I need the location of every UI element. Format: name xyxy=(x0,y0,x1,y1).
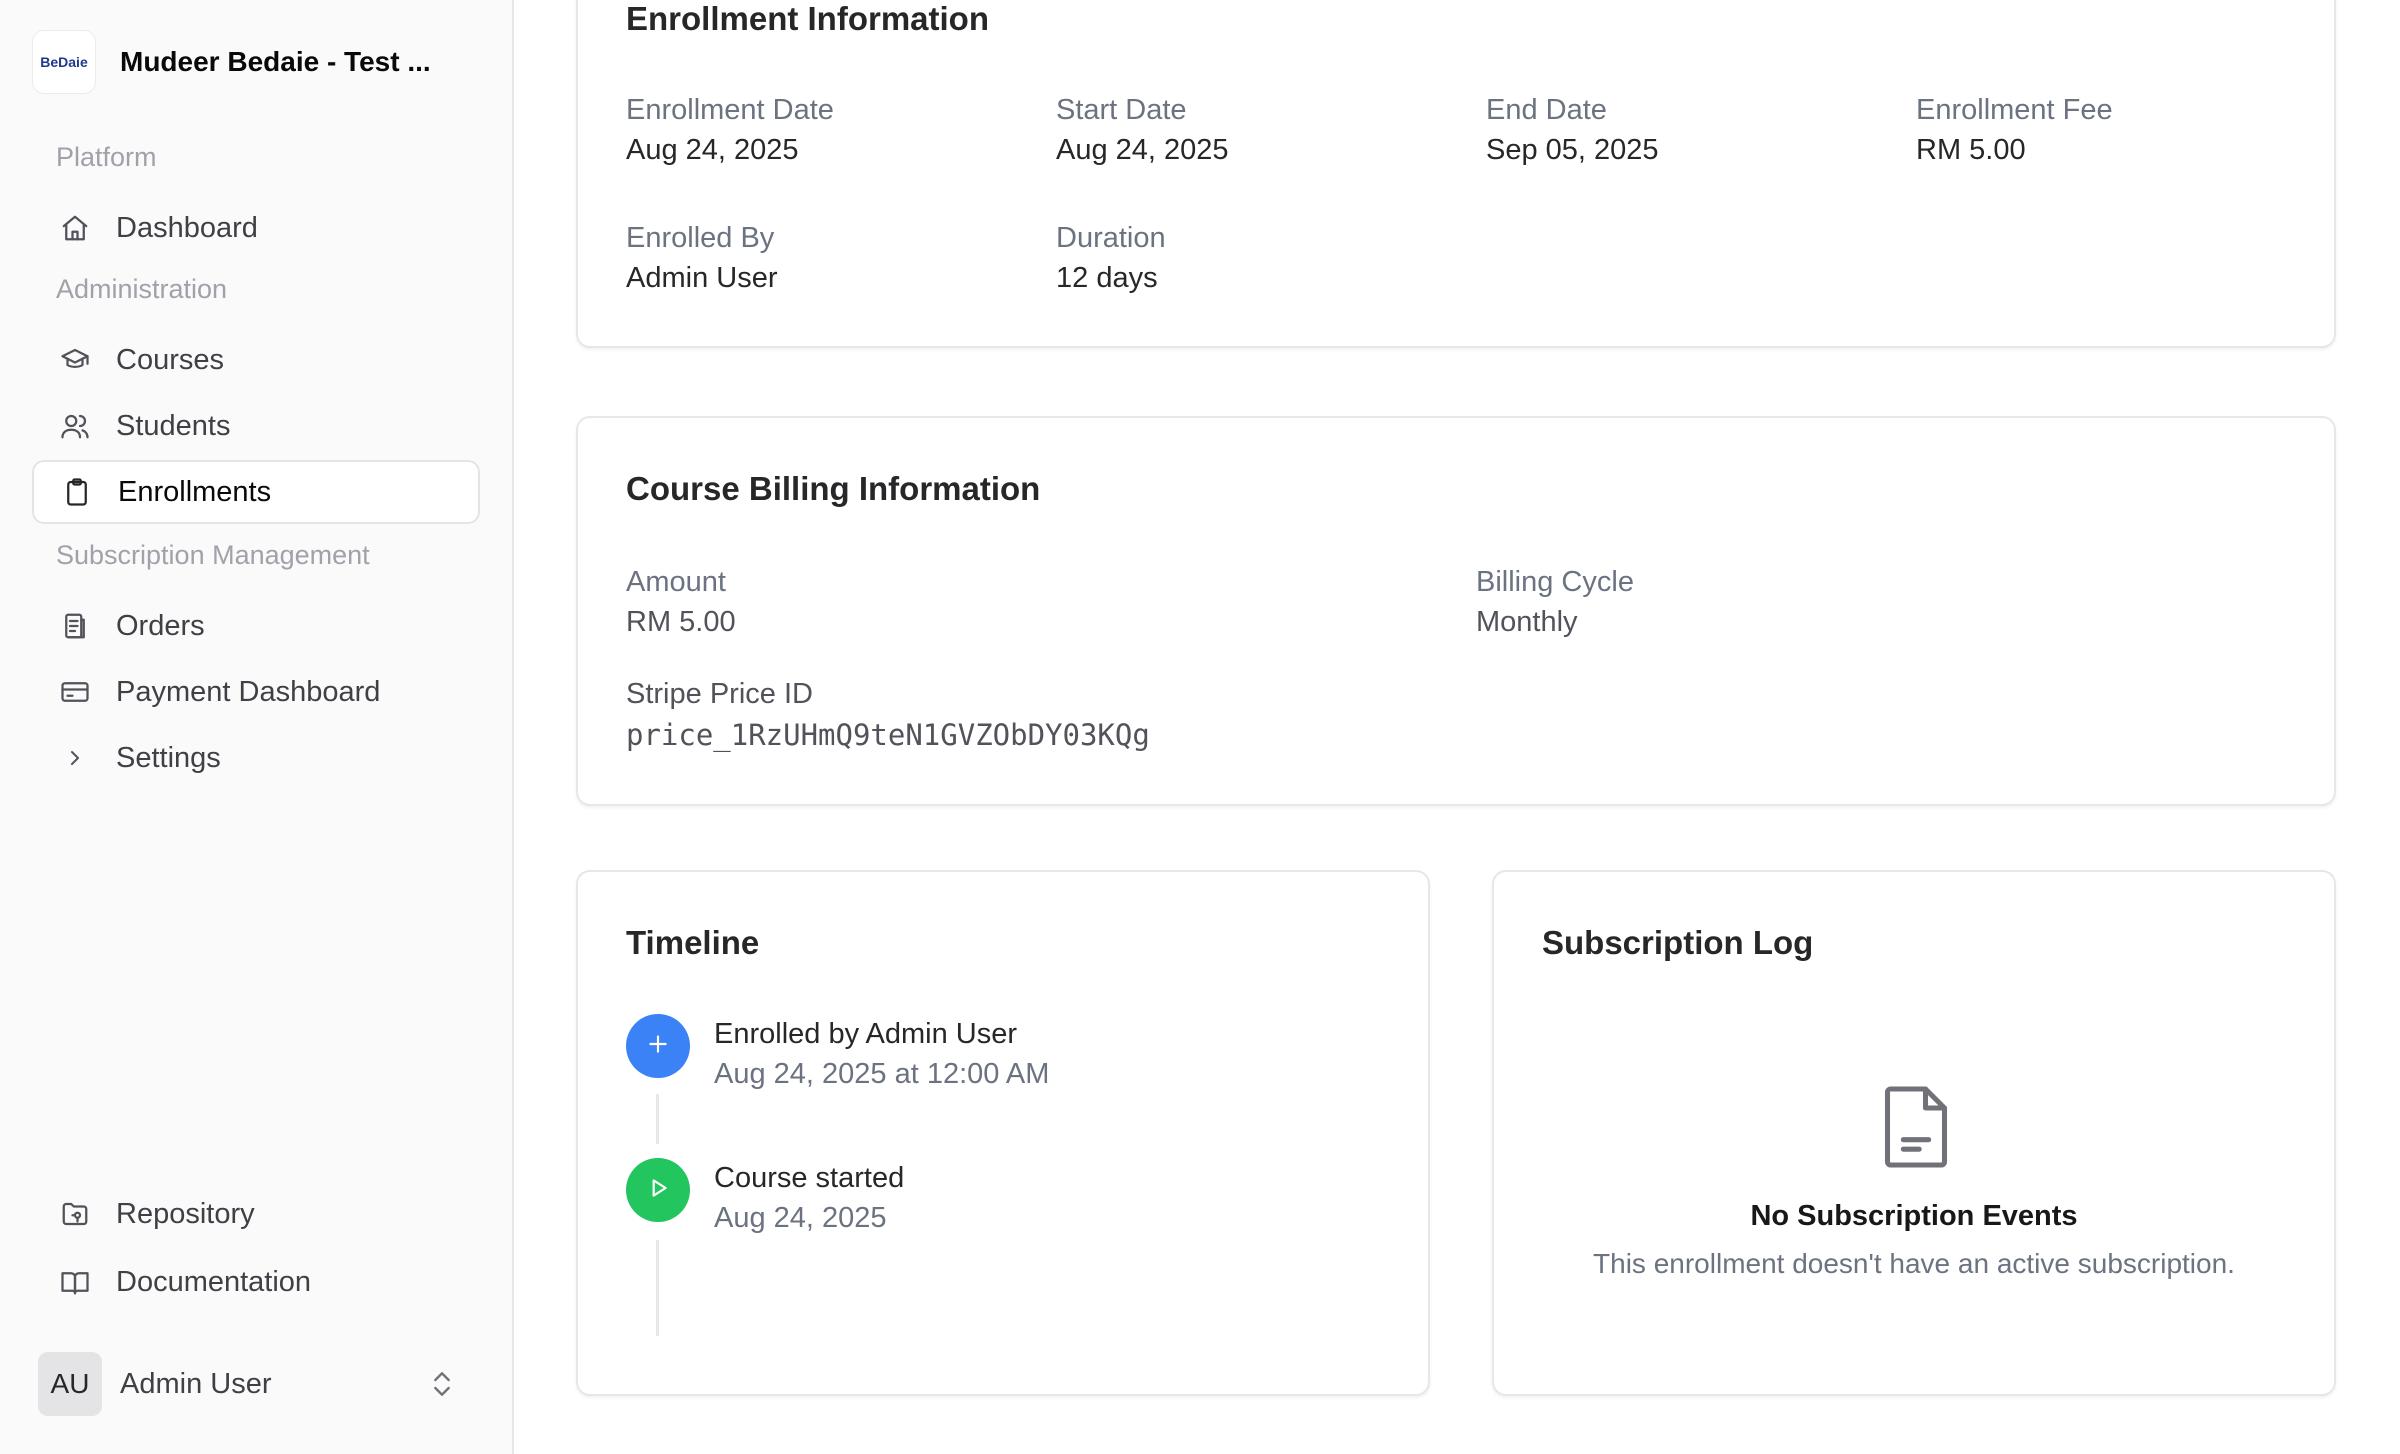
empty-state-title: No Subscription Events xyxy=(1750,1200,2078,1232)
timeline-event-title: Enrolled by Admin User xyxy=(714,1018,1018,1050)
end-date-label: End Date xyxy=(1486,94,1607,126)
card-title: Subscription Log xyxy=(1542,924,1814,961)
sidebar-item-documentation[interactable]: Documentation xyxy=(32,1250,480,1314)
brand-name: Mudeer Bedaie - Test ... xyxy=(120,46,431,77)
avatar: AU xyxy=(38,1352,102,1416)
chevron-right-icon xyxy=(58,741,92,775)
sidebar-item-label: Payment Dashboard xyxy=(116,675,381,708)
sidebar: BeDaie Mudeer Bedaie - Test ... Platform… xyxy=(0,0,514,1454)
user-name: Admin User xyxy=(120,1367,272,1400)
sidebar-item-label: Enrollments xyxy=(118,475,272,508)
enrollment-info-card: Enrollment Information Enrollment Date A… xyxy=(576,0,2336,348)
group-label-administration: Administration xyxy=(56,274,228,304)
brand-logo-text: BeDaie xyxy=(40,54,88,70)
sidebar-item-enrollments[interactable]: Enrollments xyxy=(32,460,480,524)
empty-state-message: This enrollment doesn't have an active s… xyxy=(1593,1248,2235,1279)
enrolled-by-value: Admin User xyxy=(626,262,778,294)
chevron-up-down-icon xyxy=(426,1368,458,1400)
amount-value: RM 5.00 xyxy=(626,606,736,638)
timeline-event-title: Course started xyxy=(714,1162,905,1194)
brand-switcher[interactable]: BeDaie Mudeer Bedaie - Test ... xyxy=(32,30,431,94)
sidebar-item-orders[interactable]: Orders xyxy=(32,594,480,658)
card-title: Enrollment Information xyxy=(626,0,989,37)
start-date-value: Aug 24, 2025 xyxy=(1056,134,1229,166)
folder-git-icon xyxy=(58,1197,92,1231)
card-title: Timeline xyxy=(626,924,760,961)
end-date-value: Sep 05, 2025 xyxy=(1486,134,1659,166)
sidebar-item-settings[interactable]: Settings xyxy=(32,726,480,790)
card-title: Course Billing Information xyxy=(626,470,1041,507)
timeline-card: Timeline Enrolled by Admin User Aug 24, … xyxy=(576,870,1430,1396)
sidebar-item-label: Students xyxy=(116,409,231,442)
plus-icon xyxy=(645,1031,671,1062)
billing-cycle-value: Monthly xyxy=(1476,606,1578,638)
billing-info-card: Course Billing Information Amount RM 5.0… xyxy=(576,416,2336,806)
sidebar-item-repository[interactable]: Repository xyxy=(32,1182,480,1246)
graduation-cap-icon xyxy=(58,343,92,377)
stripe-price-label: Stripe Price ID xyxy=(626,678,813,710)
file-text-icon xyxy=(1878,1082,1954,1177)
home-icon xyxy=(58,211,92,245)
sidebar-item-dashboard[interactable]: Dashboard xyxy=(32,196,480,260)
sidebar-item-payment-dashboard[interactable]: Payment Dashboard xyxy=(32,660,480,724)
user-menu[interactable]: AU Admin User xyxy=(38,1352,458,1416)
timeline-event-date: Aug 24, 2025 at 12:00 AM xyxy=(714,1058,1050,1090)
group-label-subscription: Subscription Management xyxy=(56,540,370,570)
amount-label: Amount xyxy=(626,566,726,598)
timeline-event-date: Aug 24, 2025 xyxy=(714,1202,887,1234)
users-icon xyxy=(58,409,92,443)
subscription-log-card: Subscription Log No Subscription Events … xyxy=(1492,870,2336,1396)
sidebar-item-label: Documentation xyxy=(116,1265,312,1298)
enrolled-by-label: Enrolled By xyxy=(626,222,775,254)
enrollment-fee-value: RM 5.00 xyxy=(1916,134,2026,166)
sidebar-item-students[interactable]: Students xyxy=(32,394,480,458)
timeline-event-dot xyxy=(626,1014,690,1078)
receipt-icon xyxy=(58,609,92,643)
clipboard-icon xyxy=(60,475,94,509)
sidebar-item-label: Courses xyxy=(116,343,224,376)
timeline-event-dot xyxy=(626,1158,690,1222)
group-label-platform: Platform xyxy=(56,142,157,172)
stripe-price-value: price_1RzUHmQ9teN1GVZObDY03KQg xyxy=(626,718,1150,752)
main-content: Enrollment Information Enrollment Date A… xyxy=(514,0,2400,1454)
timeline-connector xyxy=(656,1240,659,1336)
sidebar-item-label: Dashboard xyxy=(116,211,258,244)
sidebar-item-label: Repository xyxy=(116,1197,255,1230)
credit-card-icon xyxy=(58,675,92,709)
duration-value: 12 days xyxy=(1056,262,1158,294)
billing-cycle-label: Billing Cycle xyxy=(1476,566,1634,598)
start-date-label: Start Date xyxy=(1056,94,1187,126)
book-open-icon xyxy=(58,1265,92,1299)
enrollment-date-value: Aug 24, 2025 xyxy=(626,134,799,166)
brand-logo: BeDaie xyxy=(32,30,96,94)
sidebar-item-label: Settings xyxy=(116,741,221,774)
enrollment-fee-label: Enrollment Fee xyxy=(1916,94,2113,126)
sidebar-item-courses[interactable]: Courses xyxy=(32,328,480,392)
play-icon xyxy=(645,1175,671,1206)
sidebar-item-label: Orders xyxy=(116,609,205,642)
duration-label: Duration xyxy=(1056,222,1166,254)
enrollment-date-label: Enrollment Date xyxy=(626,94,834,126)
timeline-connector xyxy=(656,1094,659,1144)
